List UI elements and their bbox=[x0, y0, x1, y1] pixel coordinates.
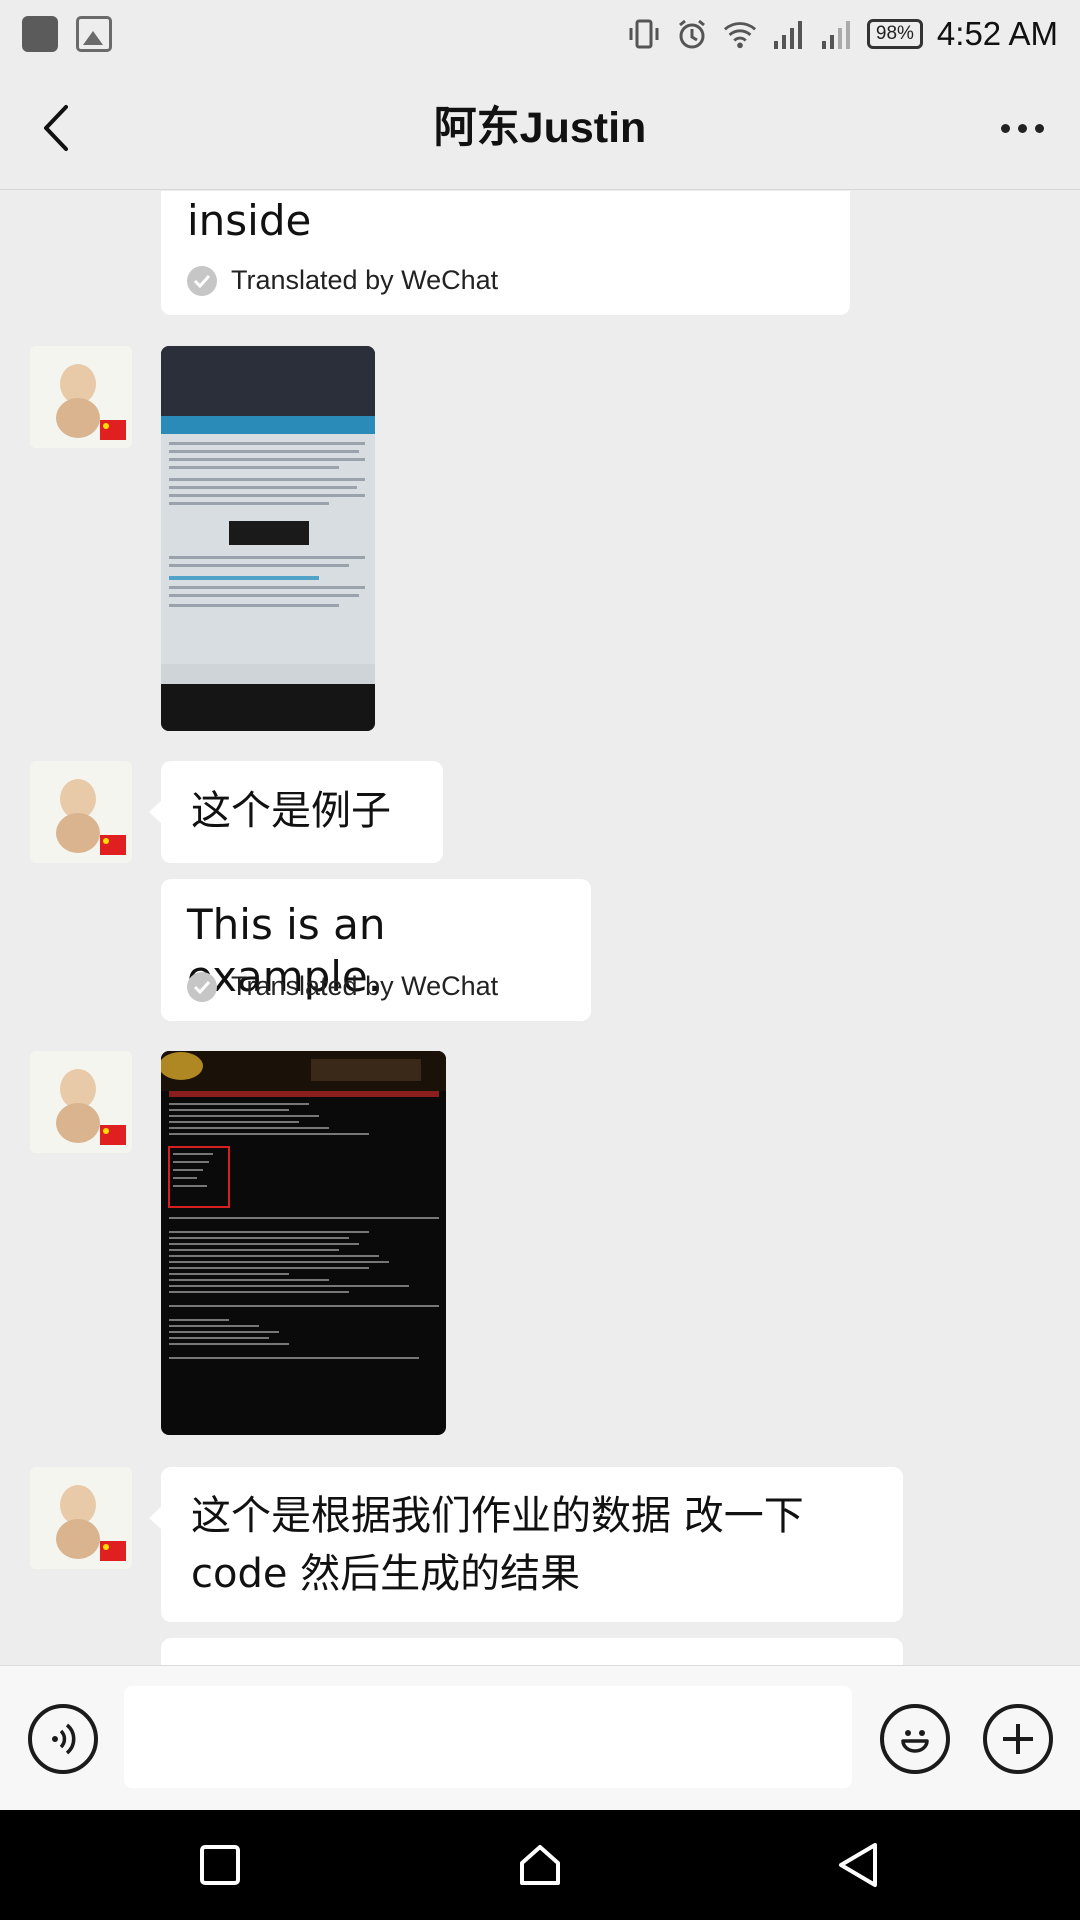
translation-bubble[interactable]: inside Translated by WeChat bbox=[161, 191, 850, 315]
recents-icon bbox=[200, 1845, 240, 1885]
home-icon bbox=[520, 1845, 560, 1885]
message-text: 这个是例子 bbox=[191, 788, 391, 834]
app-notification-icon bbox=[22, 16, 58, 52]
system-nav-bar bbox=[0, 1810, 1080, 1920]
voice-icon bbox=[52, 1723, 76, 1755]
more-button[interactable] bbox=[992, 108, 1052, 148]
text-bubble[interactable] bbox=[161, 1638, 903, 1665]
signal-icon bbox=[771, 17, 805, 51]
emoji-button[interactable] bbox=[880, 1704, 950, 1774]
chat-messages[interactable]: inside Translated by WeChat 这个是例子 This i… bbox=[0, 191, 1080, 1665]
more-dots-icon bbox=[1000, 123, 1010, 133]
gallery-notification-icon bbox=[76, 16, 112, 52]
tablet-photo bbox=[161, 346, 375, 731]
translation-bubble[interactable]: This is an example. Translated by WeChat bbox=[161, 879, 591, 1021]
home-button[interactable] bbox=[510, 1835, 570, 1895]
terminal-photo bbox=[161, 1051, 446, 1359]
input-bar bbox=[0, 1665, 1080, 1810]
text-bubble[interactable]: 这个是例子 bbox=[161, 761, 443, 863]
alarm-icon bbox=[675, 17, 709, 51]
check-icon bbox=[187, 971, 217, 1002]
system-status: 98% 4:52 AM bbox=[627, 10, 1058, 58]
message-input[interactable] bbox=[124, 1686, 852, 1788]
battery-level: 98% bbox=[875, 23, 914, 44]
vibrate-icon bbox=[627, 17, 661, 51]
battery-indicator: 98% bbox=[866, 19, 923, 49]
back-button[interactable] bbox=[26, 98, 86, 158]
back-triangle-icon bbox=[839, 1843, 877, 1887]
back-nav-button[interactable] bbox=[828, 1835, 888, 1895]
check-icon bbox=[187, 265, 217, 296]
plus-button[interactable] bbox=[983, 1704, 1053, 1774]
back-arrow-icon bbox=[44, 105, 68, 151]
wifi-icon bbox=[723, 17, 757, 51]
signal-2-icon bbox=[819, 17, 853, 51]
plus-icon bbox=[1003, 1724, 1033, 1754]
avatar[interactable] bbox=[30, 346, 132, 448]
message-text: 这个是根据我们作业的数据 改一下 code 然后生成的结果 bbox=[191, 1493, 804, 1597]
clock: 4:52 AM bbox=[936, 15, 1058, 52]
recents-button[interactable] bbox=[190, 1835, 250, 1895]
chat-header: 阿东Justin bbox=[0, 68, 1080, 190]
avatar[interactable] bbox=[30, 1051, 132, 1153]
image-message[interactable] bbox=[161, 346, 375, 731]
translation-label: Translated by WeChat bbox=[187, 971, 498, 1002]
translation-label: Translated by WeChat bbox=[187, 265, 498, 296]
emoji-icon bbox=[901, 1730, 929, 1753]
text-bubble[interactable]: 这个是根据我们作业的数据 改一下 code 然后生成的结果 bbox=[161, 1467, 903, 1622]
notification-icons bbox=[22, 16, 112, 52]
translated-text: inside bbox=[187, 196, 312, 245]
image-message[interactable] bbox=[161, 1051, 446, 1435]
chat-title: 阿东Justin bbox=[433, 104, 647, 152]
avatar[interactable] bbox=[30, 1467, 132, 1569]
voice-button[interactable] bbox=[28, 1704, 98, 1774]
avatar[interactable] bbox=[30, 761, 132, 863]
status-bar: 98% 4:52 AM bbox=[0, 0, 1080, 68]
